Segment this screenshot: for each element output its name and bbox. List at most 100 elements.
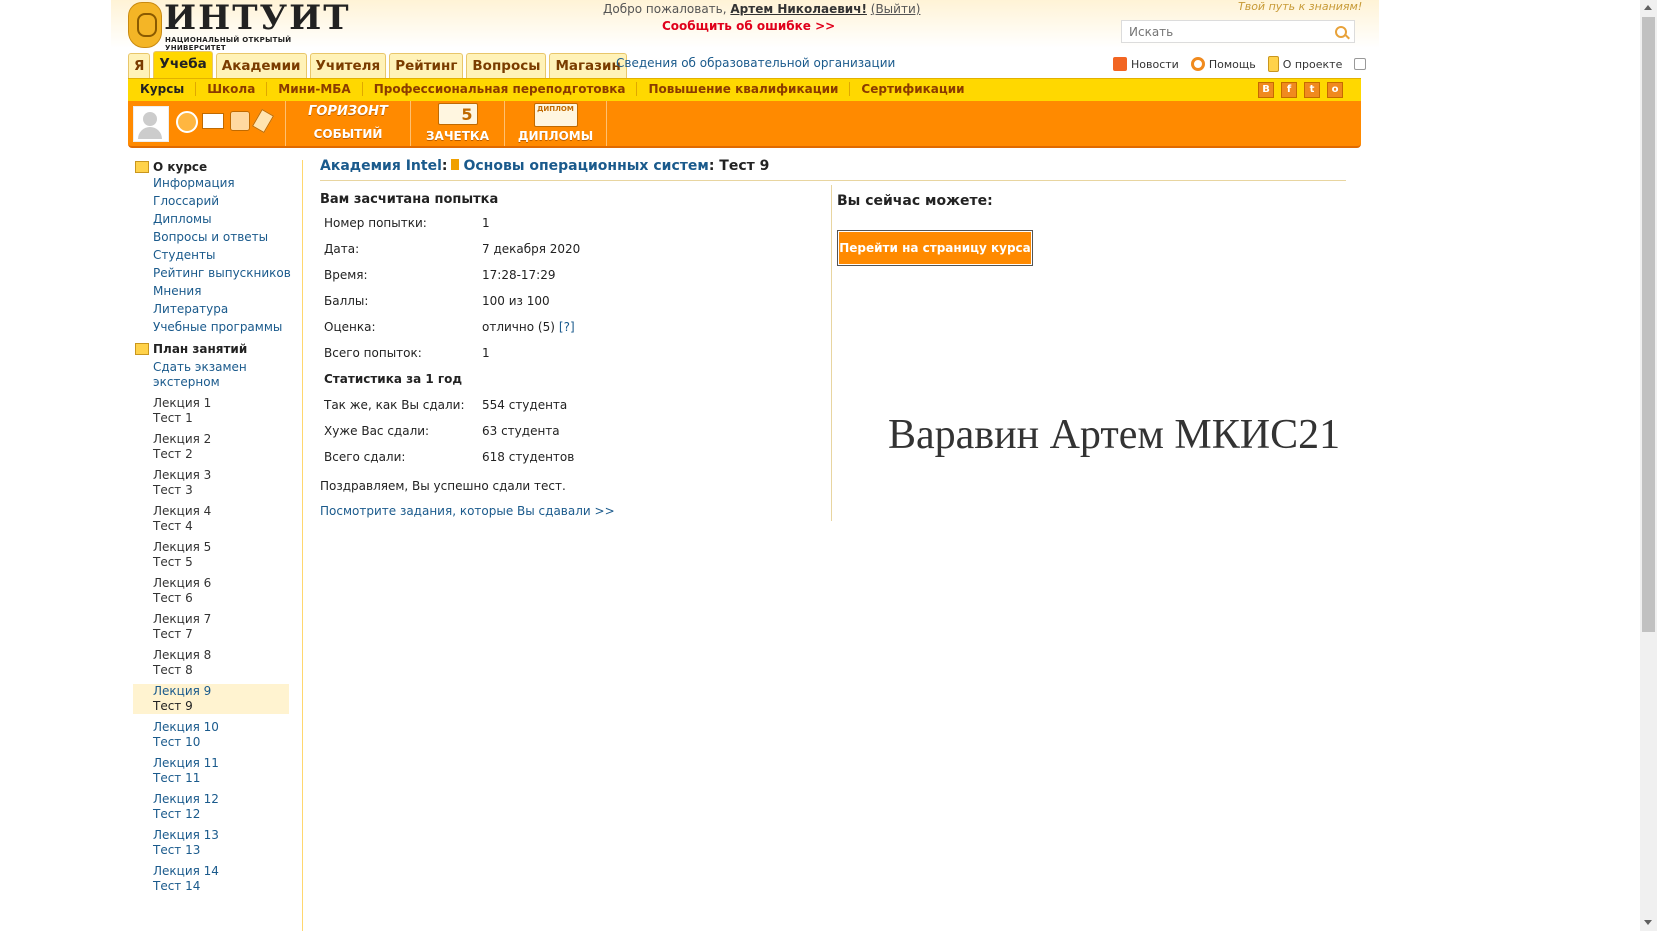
tab-4[interactable]: Рейтинг: [389, 53, 464, 78]
stats-value: 554 студента: [478, 392, 584, 418]
sidebar-about-link-4[interactable]: Студенты: [153, 246, 293, 264]
sidebar-about-link-6[interactable]: Мнения: [153, 282, 293, 300]
logout-link[interactable]: (Выйти): [871, 2, 921, 16]
user-name-link[interactable]: Артем Николаевич!: [730, 2, 867, 16]
test-link[interactable]: Тест 14: [153, 879, 293, 894]
grade-help-link[interactable]: [?]: [559, 320, 575, 334]
test-link[interactable]: Тест 5: [153, 555, 293, 570]
section-menu-item-1[interactable]: Школа: [196, 82, 268, 96]
news-link[interactable]: Новости: [1113, 57, 1179, 71]
section-menu-item-3[interactable]: Профессиональная переподготовка: [363, 82, 638, 96]
sidebar-about-link-5[interactable]: Рейтинг выпускников: [153, 264, 293, 282]
help-link[interactable]: Помощь: [1190, 57, 1256, 71]
lecture-link[interactable]: Лекция 4: [153, 504, 293, 519]
social-icon-2[interactable]: t: [1304, 82, 1320, 98]
test-link[interactable]: Тест 3: [153, 483, 293, 498]
test-link[interactable]: Тест 8: [153, 663, 293, 678]
lecture-link[interactable]: Лекция 3: [153, 468, 293, 483]
gradebook-button[interactable]: 5 ЗАЧЕТКА: [411, 101, 505, 146]
test-link[interactable]: Тест 10: [153, 735, 293, 750]
lesson-plan-title: План занятий: [153, 342, 248, 356]
alarm-clock-icon[interactable]: [176, 111, 198, 133]
lecture-link[interactable]: Лекция 1: [153, 396, 293, 411]
scrollbar-thumb[interactable]: [1642, 17, 1655, 632]
actions-title: Вы сейчас можете:: [837, 193, 993, 209]
social-icon-1[interactable]: f: [1281, 82, 1297, 98]
diplomas-button[interactable]: ДИПЛОМ ДИПЛОМЫ: [505, 101, 607, 146]
go-to-course-button[interactable]: Перейти на страницу курса: [837, 230, 1033, 266]
lesson-item: Лекция 12 Тест 12: [153, 792, 293, 822]
tab-0[interactable]: Я: [128, 53, 151, 78]
test-link[interactable]: Тест 13: [153, 843, 293, 858]
overlay-signature-text: Варавин Артем МКИС21: [888, 412, 1341, 458]
lecture-link[interactable]: Лекция 14: [153, 864, 293, 879]
lesson-plan-heading[interactable]: План занятий: [135, 342, 293, 356]
toolbar-user-segment: [128, 101, 286, 146]
horizon-title: ГОРИЗОНТ: [308, 104, 388, 119]
external-exam-link[interactable]: Сдать экзамен экстерном: [153, 360, 293, 390]
lecture-link[interactable]: Лекция 7: [153, 612, 293, 627]
bell-icon[interactable]: [251, 108, 275, 134]
lecture-link[interactable]: Лекция 6: [153, 576, 293, 591]
test-link[interactable]: Тест 12: [153, 807, 293, 822]
about-course-heading[interactable]: О курсе: [135, 160, 293, 174]
lecture-link[interactable]: Лекция 9: [153, 684, 289, 699]
sitemap-icon[interactable]: [1354, 58, 1367, 70]
search-icon[interactable]: [1335, 26, 1347, 38]
lecture-link[interactable]: Лекция 11: [153, 756, 293, 771]
org-info-link[interactable]: Сведения об образовательной организации: [616, 56, 895, 70]
sidebar-about-link-2[interactable]: Дипломы: [153, 210, 293, 228]
search-box[interactable]: [1121, 20, 1355, 43]
envelope-icon[interactable]: [202, 113, 224, 129]
test-link[interactable]: Тест 6: [153, 591, 293, 606]
scroll-up-icon[interactable]: [1644, 5, 1652, 10]
social-icon-3[interactable]: о: [1327, 82, 1343, 98]
view-tasks-link[interactable]: Посмотрите задания, которые Вы сдавали >…: [320, 504, 615, 518]
avatar[interactable]: [133, 106, 169, 142]
lecture-link[interactable]: Лекция 13: [153, 828, 293, 843]
tab-3[interactable]: Учителя: [309, 53, 387, 78]
breadcrumb-divider: [320, 180, 1346, 181]
external-exam-line-1: Сдать экзамен: [153, 360, 247, 374]
lecture-link[interactable]: Лекция 2: [153, 432, 293, 447]
diplomas-label: ДИПЛОМЫ: [517, 129, 594, 143]
sidebar-about-link-8[interactable]: Учебные программы: [153, 318, 293, 336]
welcome-text: Добро пожаловать, Артем Николаевич! (Вый…: [603, 2, 920, 16]
section-menu-item-4[interactable]: Повышение квалификации: [637, 82, 851, 96]
test-link[interactable]: Тест 1: [153, 411, 293, 426]
lesson-item: Лекция 3 Тест 3: [153, 468, 293, 498]
test-link[interactable]: Тест 11: [153, 771, 293, 786]
section-menu-item-5[interactable]: Сертификации: [850, 82, 975, 96]
sidebar-about-link-1[interactable]: Глоссарий: [153, 192, 293, 210]
test-link[interactable]: Тест 7: [153, 627, 293, 642]
lecture-link[interactable]: Лекция 8: [153, 648, 293, 663]
sidebar-about-link-3[interactable]: Вопросы и ответы: [153, 228, 293, 246]
horizon-events-button[interactable]: ГОРИЗОНТ СОБЫТИЙ: [286, 101, 411, 146]
tab-2[interactable]: Академии: [215, 53, 307, 78]
slogan: Твой путь к знаниям!: [1238, 0, 1363, 13]
lecture-link[interactable]: Лекция 10: [153, 720, 293, 735]
lecture-link[interactable]: Лекция 5: [153, 540, 293, 555]
owl-emblem-icon: [128, 2, 162, 48]
section-menu-item-2[interactable]: Мини-МБА: [267, 82, 363, 96]
sidebar-about-link-7[interactable]: Литература: [153, 300, 293, 318]
tab-5[interactable]: Вопросы: [466, 53, 547, 78]
tab-1[interactable]: Учеба: [153, 51, 213, 78]
social-icon-0[interactable]: В: [1258, 82, 1274, 98]
section-menu-item-0[interactable]: Курсы: [140, 82, 197, 96]
result-value: 7 декабря 2020: [478, 236, 584, 262]
report-error-link[interactable]: Сообщить об ошибке >>: [662, 19, 835, 33]
breadcrumb-academy[interactable]: Академия Intel: [320, 158, 442, 174]
test-link[interactable]: Тест 2: [153, 447, 293, 462]
top-links: Новости Помощь О проекте: [1113, 56, 1367, 72]
lecture-link[interactable]: Лекция 12: [153, 792, 293, 807]
scroll-down-icon[interactable]: [1644, 920, 1652, 925]
sidebar-about-link-0[interactable]: Информация: [153, 174, 293, 192]
search-input[interactable]: [1127, 21, 1331, 43]
breadcrumb-course[interactable]: Основы операционных систем: [463, 158, 708, 174]
about-link[interactable]: О проекте: [1267, 56, 1342, 72]
result-label: Дата:: [324, 242, 360, 256]
friends-icon[interactable]: [230, 111, 250, 131]
test-link[interactable]: Тест 4: [153, 519, 293, 534]
intuit-logo[interactable]: ИНТУИТ НАЦИОНАЛЬНЫЙ ОТКРЫТЫЙ УНИВЕРСИТЕТ: [128, 0, 349, 52]
